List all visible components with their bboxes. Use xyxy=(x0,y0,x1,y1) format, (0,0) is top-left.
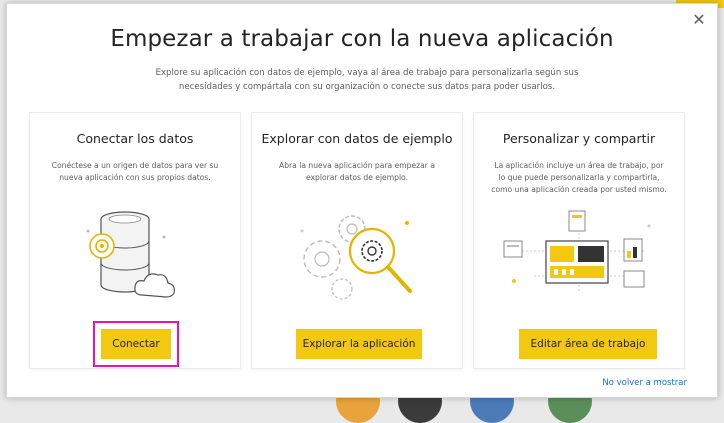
card-description: Abra la nueva aplicación para empezar a … xyxy=(279,161,435,182)
dialog-title: Empezar a trabajar con la nueva aplicaci… xyxy=(110,26,614,52)
dont-show-again-link[interactable]: No volver a mostrar xyxy=(602,378,687,388)
card-connect-data: Conectar los datos Conéctese a un origen… xyxy=(29,112,241,369)
card-title: Conectar los datos xyxy=(76,131,194,146)
card-description: Conéctese a un origen de datos para ver … xyxy=(51,161,219,182)
dialog-subtitle: Explore su aplicación con datos de ejemp… xyxy=(155,68,579,92)
connect-button[interactable]: Conectar xyxy=(101,329,171,359)
gears-magnifier-icon xyxy=(300,215,412,300)
get-started-dialog: ✕ Empezar a trabajar con la nueva aplica… xyxy=(6,3,718,398)
card-title: Personalizar y compartir xyxy=(502,131,656,146)
explore-app-button[interactable]: Explorar la aplicación xyxy=(296,329,422,359)
card-title: Explorar con datos de ejemplo xyxy=(261,131,453,146)
database-cloud-icon xyxy=(86,211,175,298)
card-customize-share: Personalizar y compartir La aplicación i… xyxy=(473,112,685,369)
card-explore-sample: Explorar con datos de ejemplo Abra la nu… xyxy=(251,112,463,369)
dashboard-network-icon xyxy=(503,210,651,291)
card-description: La aplicación incluye un área de trabajo… xyxy=(491,161,667,194)
edit-workspace-button[interactable]: Editar área de trabajo xyxy=(519,329,657,359)
